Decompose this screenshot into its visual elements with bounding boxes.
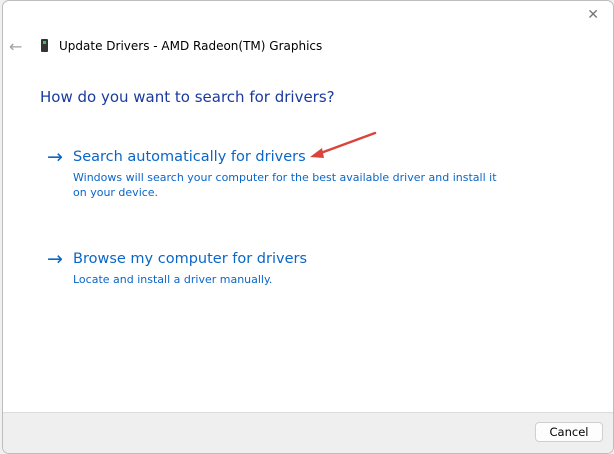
annotation-arrow: [310, 131, 377, 158]
annotation-arrow-head: [310, 148, 324, 158]
annotation-arrow-line: [316, 131, 377, 156]
